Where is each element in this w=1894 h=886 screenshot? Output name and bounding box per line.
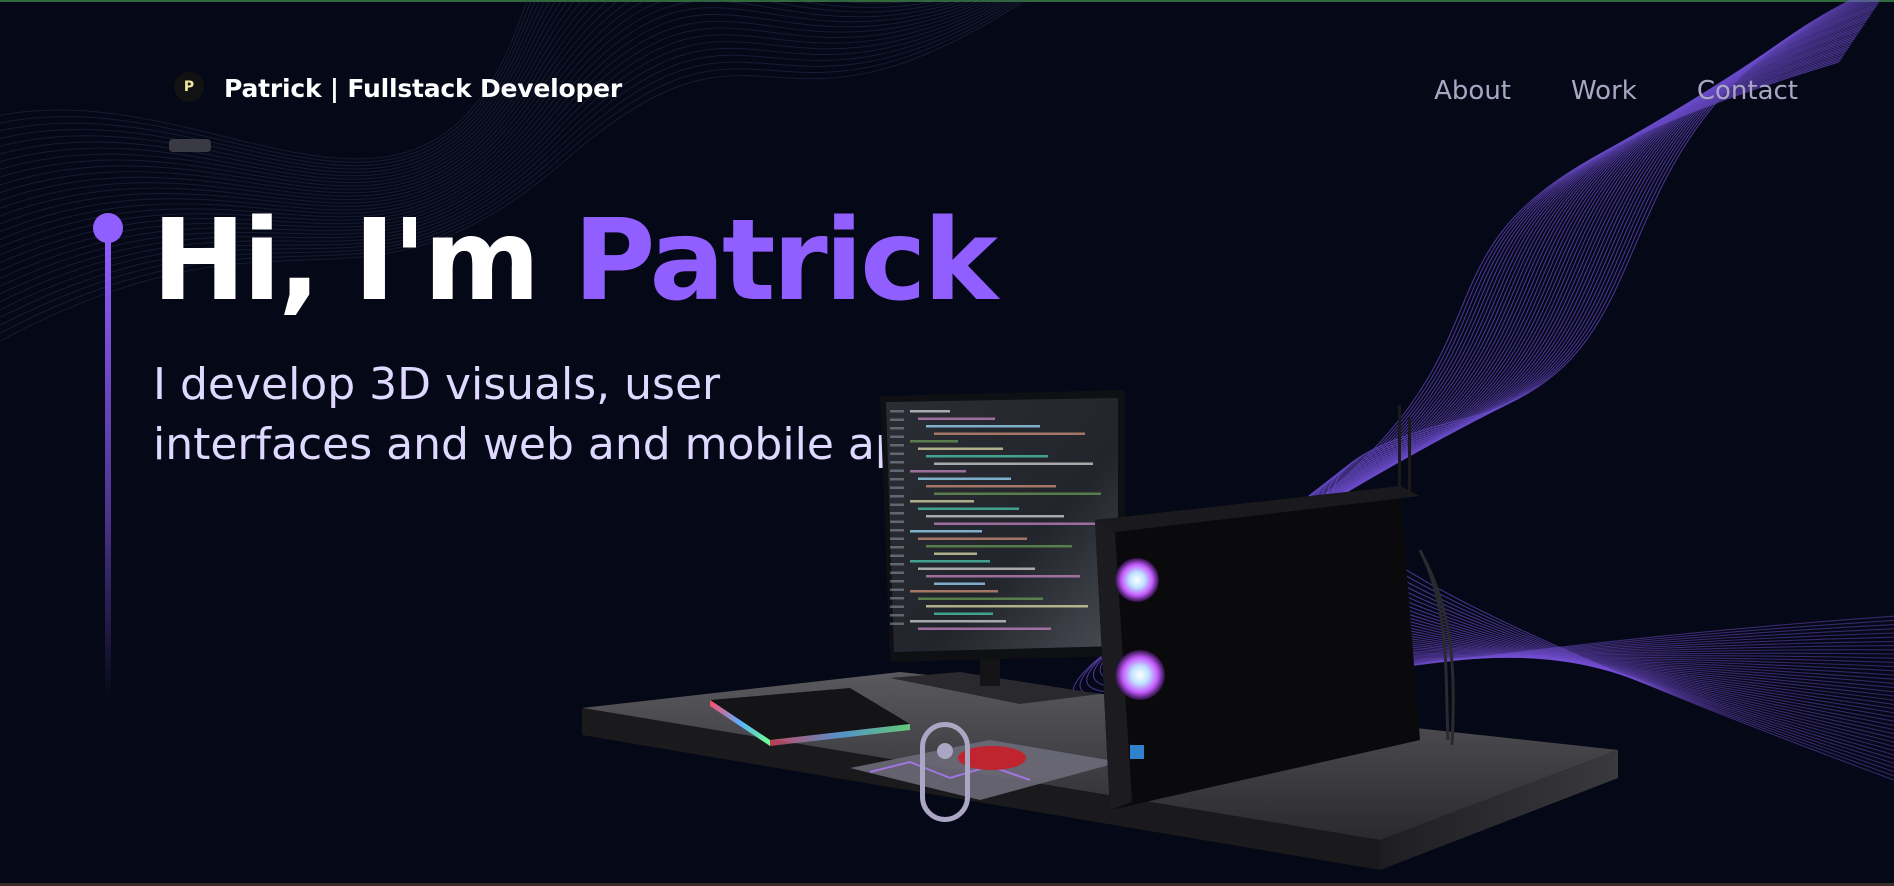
file-tree-line bbox=[890, 469, 904, 472]
main-nav: About Work Contact bbox=[1434, 76, 1798, 106]
file-tree-line bbox=[890, 495, 904, 498]
file-tree-line bbox=[890, 614, 904, 617]
file-tree-line bbox=[890, 622, 904, 625]
code-line bbox=[934, 552, 977, 555]
code-line bbox=[934, 522, 1109, 525]
hero-name: Patrick bbox=[573, 196, 998, 326]
code-line bbox=[918, 627, 1051, 630]
file-tree-line bbox=[890, 452, 904, 455]
code-line bbox=[926, 575, 1080, 578]
computer-3d-model[interactable] bbox=[560, 390, 1630, 880]
code-line bbox=[910, 620, 1006, 623]
nav-about[interactable]: About bbox=[1434, 76, 1511, 106]
file-tree-line bbox=[890, 563, 904, 566]
code-line bbox=[934, 432, 1085, 435]
file-tree-line bbox=[890, 427, 904, 430]
file-tree-line bbox=[890, 588, 904, 591]
code-line bbox=[926, 605, 1088, 608]
file-tree-line bbox=[890, 444, 904, 447]
case-fan-top bbox=[1115, 558, 1159, 602]
file-tree-line bbox=[890, 486, 904, 489]
file-tree-line bbox=[890, 410, 904, 413]
code-line bbox=[910, 590, 998, 593]
logo-icon[interactable]: P bbox=[174, 72, 204, 102]
code-line bbox=[918, 597, 1043, 600]
code-line bbox=[910, 560, 990, 563]
accent-line bbox=[105, 240, 111, 700]
nav-work[interactable]: Work bbox=[1571, 76, 1637, 106]
hero-section: P Patrick | Fullstack Developer About Wo… bbox=[0, 0, 1894, 886]
logo-letter: P bbox=[183, 79, 195, 95]
code-line bbox=[926, 545, 1072, 548]
file-tree-line bbox=[890, 571, 904, 574]
code-line bbox=[918, 507, 1019, 510]
code-line bbox=[910, 530, 982, 533]
code-line bbox=[910, 500, 974, 503]
nav-contact[interactable]: Contact bbox=[1697, 76, 1798, 106]
code-line bbox=[934, 462, 1093, 465]
file-tree-line bbox=[890, 418, 904, 421]
hero-greeting: Hi, I'm bbox=[152, 196, 574, 326]
brand-title[interactable]: Patrick | Fullstack Developer bbox=[224, 74, 622, 103]
file-tree-line bbox=[890, 520, 904, 523]
code-line bbox=[926, 515, 1064, 518]
accent-dot bbox=[93, 213, 123, 243]
file-tree-line bbox=[890, 537, 904, 540]
file-tree-line bbox=[890, 529, 904, 532]
file-tree-line bbox=[890, 605, 904, 608]
scroll-dot bbox=[937, 743, 953, 759]
code-line bbox=[926, 455, 1048, 458]
code-line bbox=[934, 612, 993, 615]
code-line bbox=[918, 447, 1003, 450]
code-line bbox=[918, 567, 1035, 570]
small-badge bbox=[169, 139, 211, 152]
scroll-indicator-icon[interactable] bbox=[920, 722, 970, 822]
code-line bbox=[910, 440, 958, 443]
code-line bbox=[910, 470, 966, 473]
code-line bbox=[934, 582, 985, 585]
code-line bbox=[918, 537, 1027, 540]
code-line bbox=[918, 477, 1011, 480]
hero-heading: Hi, I'm Patrick bbox=[152, 199, 998, 323]
code-line bbox=[934, 492, 1101, 495]
code-line bbox=[926, 425, 1040, 428]
file-tree-line bbox=[890, 580, 904, 583]
file-tree-line bbox=[890, 435, 904, 438]
case-fan-bottom bbox=[1115, 650, 1165, 700]
file-tree-line bbox=[890, 461, 904, 464]
code-line bbox=[918, 417, 995, 420]
code-line bbox=[926, 485, 1056, 488]
file-tree-line bbox=[890, 597, 904, 600]
code-line bbox=[910, 410, 950, 413]
file-tree-line bbox=[890, 478, 904, 481]
file-tree-line bbox=[890, 512, 904, 515]
file-tree-line bbox=[890, 554, 904, 557]
file-tree-line bbox=[890, 546, 904, 549]
file-tree-line bbox=[890, 503, 904, 506]
